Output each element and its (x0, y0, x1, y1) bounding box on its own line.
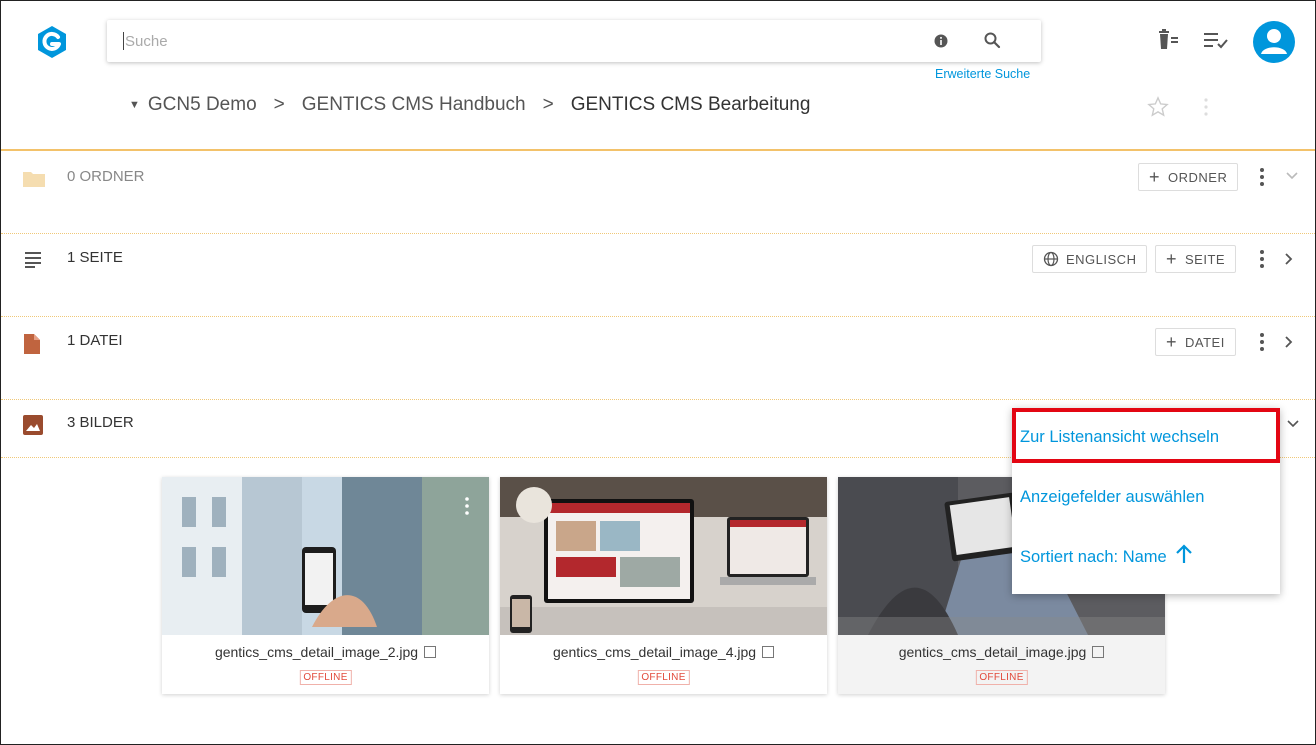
search-bar[interactable] (107, 20, 1041, 62)
chevron-right-icon: > (542, 94, 554, 115)
language-label: ENGLISCH (1066, 251, 1137, 267)
image-filename[interactable]: gentics_cms_detail_image.jpg (838, 644, 1165, 660)
star-icon[interactable] (1147, 96, 1169, 118)
breadcrumb-item-node[interactable]: GCN5 Demo (148, 94, 257, 116)
image-card[interactable]: gentics_cms_detail_image_2.jpg OFFLINE (162, 477, 489, 694)
add-file-label: DATEI (1185, 334, 1225, 350)
globe-icon (1043, 251, 1059, 267)
wastebin-icon[interactable] (1158, 28, 1180, 52)
plus-icon: + (1166, 331, 1178, 352)
header: Erweiterte Suche ▼ GCN5 Demo > GENTICS C… (1, 1, 1315, 151)
arrow-up-icon (1175, 543, 1192, 563)
external-link-icon[interactable] (1092, 646, 1105, 658)
image-filename-text: gentics_cms_detail_image_4.jpg (552, 644, 757, 660)
status-badge: OFFLINE (299, 670, 352, 685)
pages-section-header: 1 SEITE ENGLISCH + SEITE (1, 234, 1315, 317)
language-button[interactable]: ENGLISCH (1032, 245, 1148, 273)
add-folder-label: ORDNER (1168, 169, 1228, 185)
add-folder-button[interactable]: + ORDNER (1138, 163, 1239, 191)
add-page-label: SEITE (1185, 251, 1226, 267)
pages-count-label: 1 SEITE (67, 249, 123, 266)
chevron-down-icon[interactable] (1286, 419, 1300, 429)
plus-icon: + (1166, 248, 1178, 269)
folders-more-icon[interactable] (1255, 165, 1269, 189)
external-link-icon[interactable] (762, 646, 775, 658)
chevron-right-icon[interactable] (1284, 335, 1294, 349)
search-icon[interactable] (983, 31, 1001, 49)
image-thumbnail[interactable] (500, 477, 827, 635)
gentics-logo-icon[interactable] (35, 25, 69, 59)
image-filename-text: gentics_cms_detail_image.jpg (898, 644, 1087, 660)
image-icon (23, 415, 43, 435)
chevron-right-icon: > (273, 94, 285, 115)
external-link-icon[interactable] (424, 646, 437, 658)
folders-section-header: 0 ORDNER + ORDNER (1, 151, 1315, 234)
file-icon (24, 334, 40, 354)
add-page-button[interactable]: + SEITE (1155, 245, 1237, 273)
files-more-icon[interactable] (1255, 330, 1269, 354)
add-file-button[interactable]: + DATEI (1155, 328, 1236, 356)
menu-item-select-fields[interactable]: Anzeigefelder auswählen (1020, 488, 1204, 507)
image-filename[interactable]: gentics_cms_detail_image_4.jpg (500, 644, 827, 660)
menu-item-list-view[interactable]: Zur Listenansicht wechseln (1020, 428, 1219, 447)
breadcrumb-item-current[interactable]: GENTICS CMS Bearbeitung (571, 94, 811, 116)
advanced-search-link[interactable]: Erweiterte Suche (935, 67, 1030, 81)
breadcrumb: ▼ GCN5 Demo > GENTICS CMS Handbuch > GEN… (129, 94, 810, 116)
menu-item-sort[interactable]: Sortiert nach: Name (1020, 543, 1193, 567)
image-filename[interactable]: gentics_cms_detail_image_2.jpg (162, 644, 489, 660)
image-thumbnail[interactable] (162, 477, 489, 635)
info-icon[interactable] (934, 34, 948, 48)
menu-item-sort-label: Sortiert nach: Name (1020, 548, 1167, 566)
status-badge: OFFLINE (637, 670, 690, 685)
images-count-label: 3 BILDER (67, 414, 134, 431)
image-card[interactable]: gentics_cms_detail_image_4.jpg OFFLINE (500, 477, 827, 694)
image-filename-text: gentics_cms_detail_image_2.jpg (214, 644, 419, 660)
task-list-icon[interactable] (1204, 31, 1230, 51)
files-section-header: 1 DATEI + DATEI (1, 317, 1315, 400)
page-icon (25, 252, 41, 268)
status-badge: OFFLINE (975, 670, 1028, 685)
chevron-right-icon[interactable] (1284, 252, 1294, 266)
files-count-label: 1 DATEI (67, 332, 123, 349)
user-avatar[interactable] (1253, 21, 1295, 63)
text-cursor (123, 32, 124, 50)
breadcrumb-item-folder[interactable]: GENTICS CMS Handbuch (302, 94, 526, 116)
folders-count-label: 0 ORDNER (67, 168, 145, 185)
more-options-icon[interactable] (1203, 97, 1209, 117)
chevron-down-icon[interactable] (1285, 171, 1299, 181)
pages-more-icon[interactable] (1255, 247, 1269, 271)
plus-icon: + (1149, 166, 1161, 187)
app-window: Erweiterte Suche ▼ GCN5 Demo > GENTICS C… (0, 0, 1316, 745)
user-icon (1261, 29, 1287, 54)
folder-icon (23, 172, 45, 187)
search-input[interactable] (125, 28, 905, 54)
images-options-menu: Zur Listenansicht wechseln Anzeigefelder… (1012, 408, 1280, 594)
caret-down-icon[interactable]: ▼ (129, 99, 140, 111)
